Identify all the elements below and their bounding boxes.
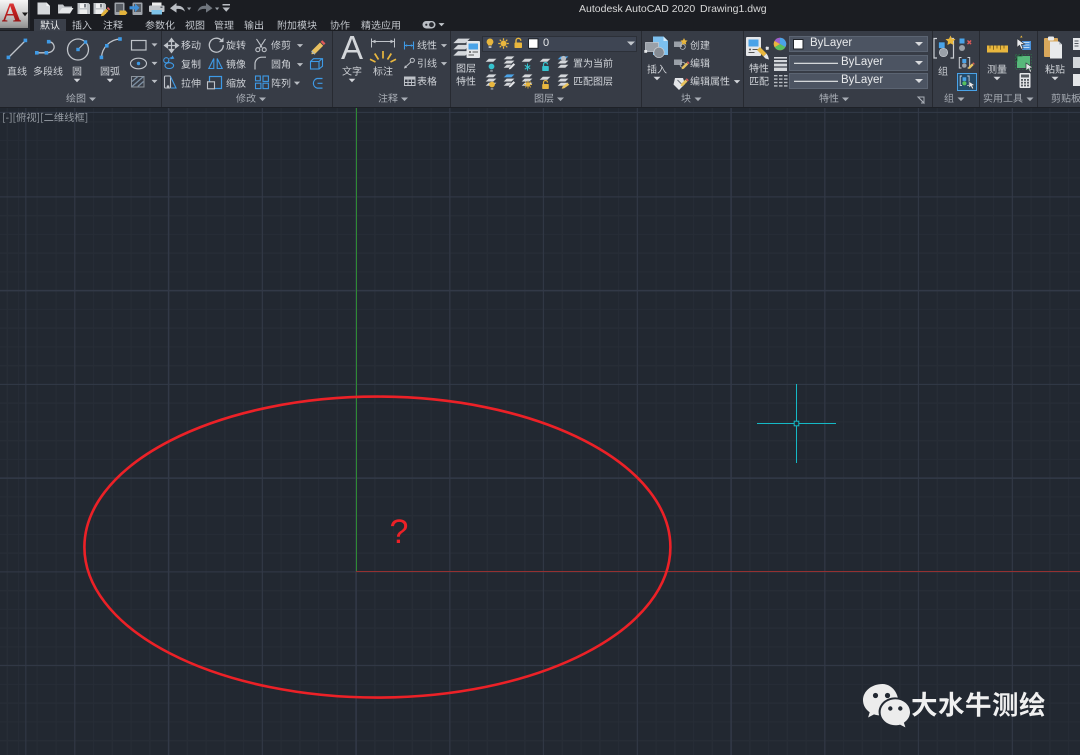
svg-text:A: A <box>2 0 22 28</box>
